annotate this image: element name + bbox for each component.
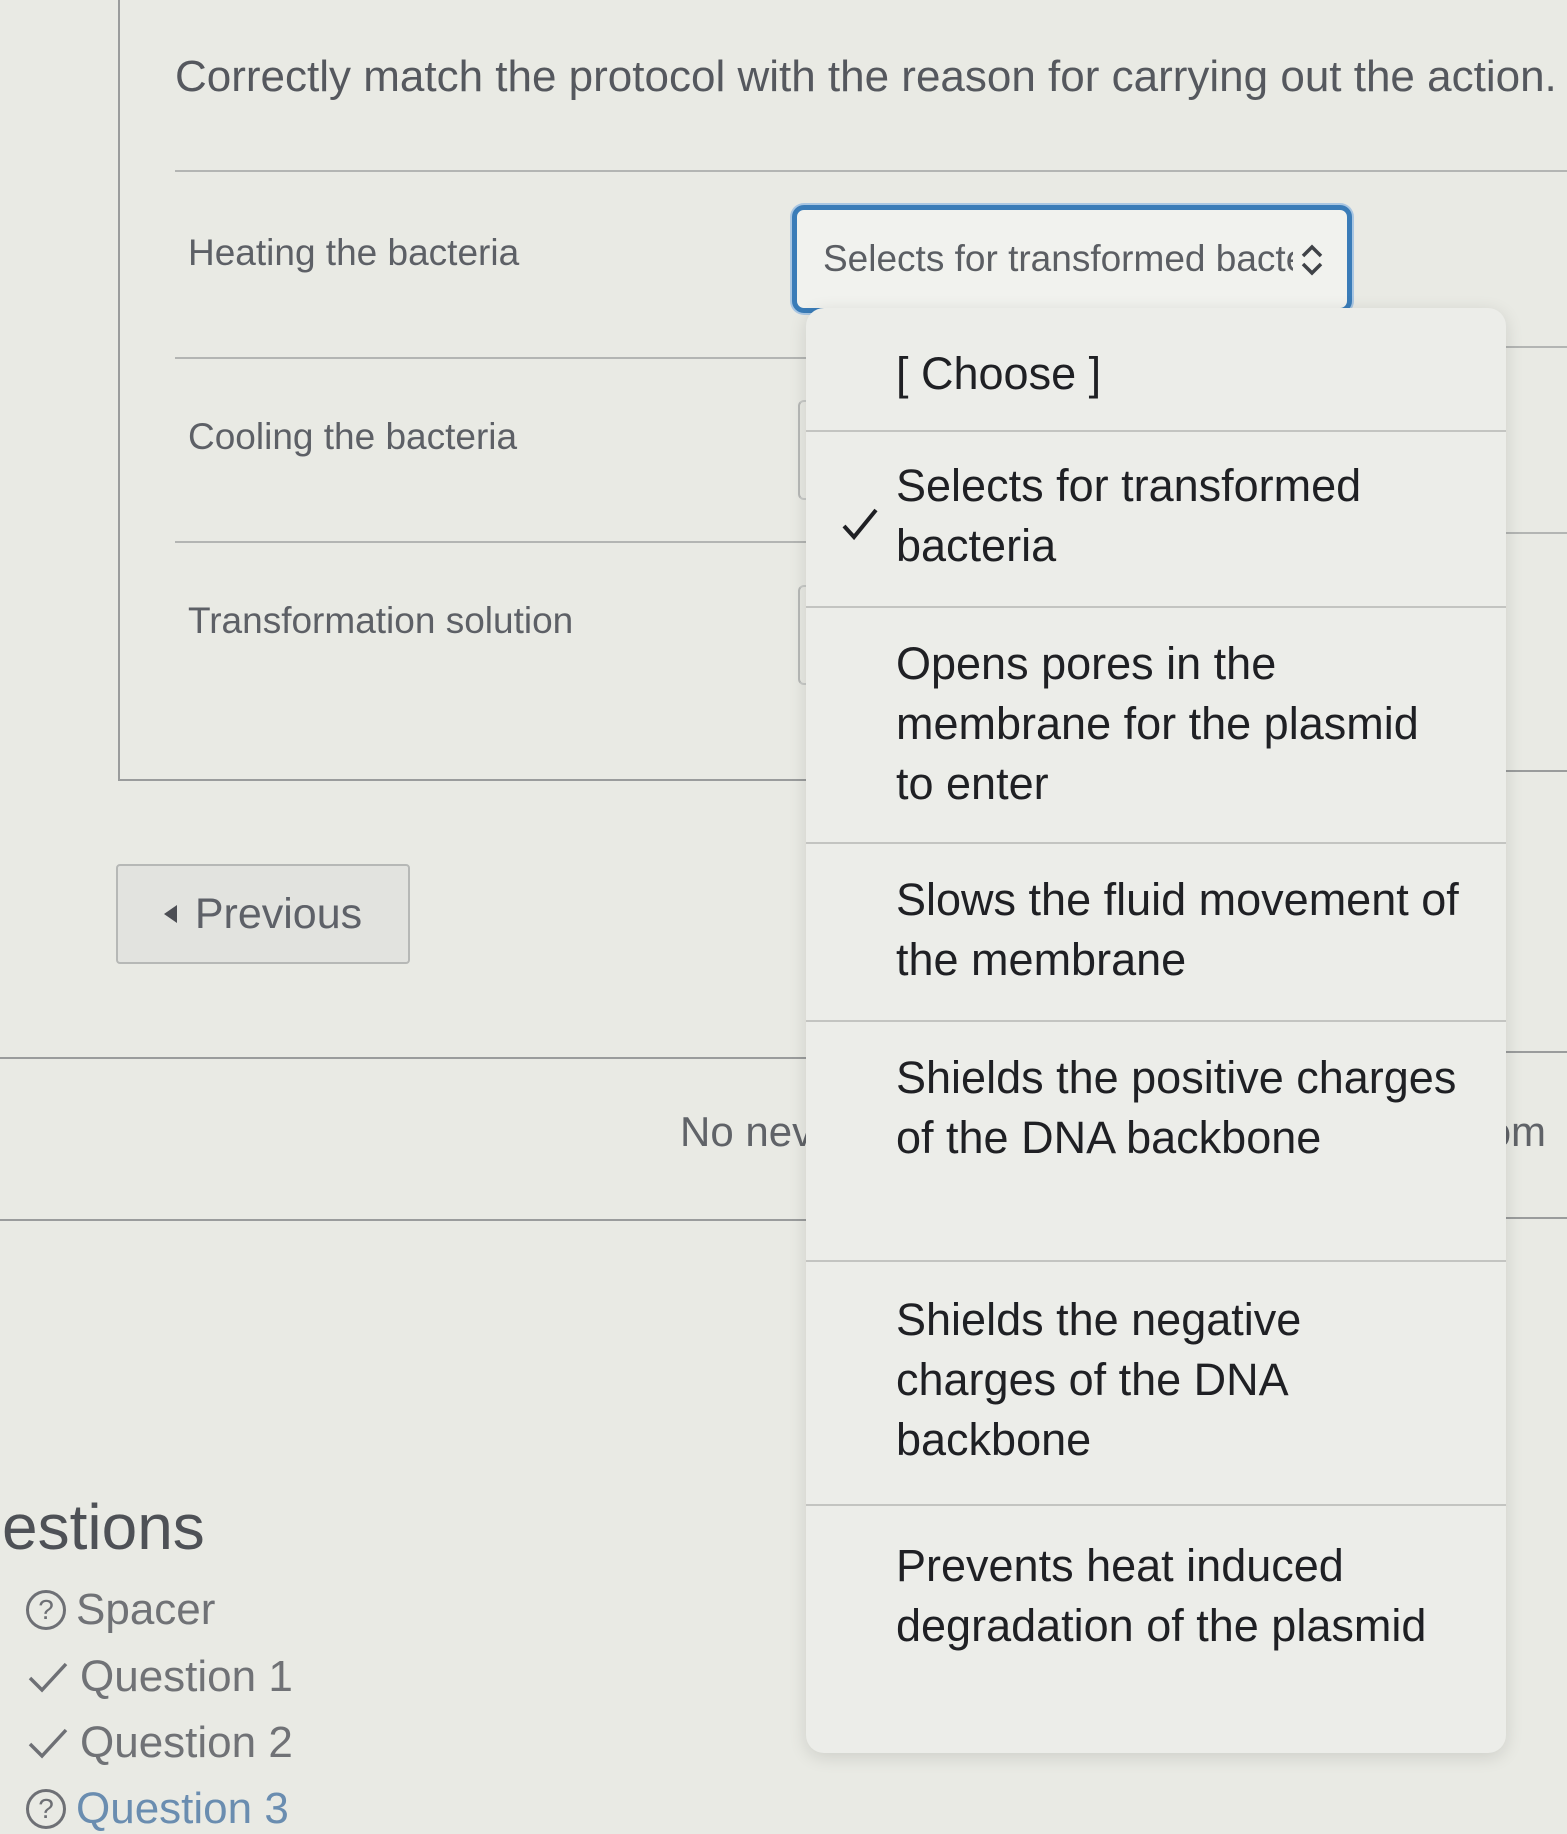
row-divider bbox=[175, 357, 815, 359]
panel-left-border bbox=[118, 0, 120, 780]
dropdown-option-selects-transformed[interactable]: Selects for transformed bacteria bbox=[806, 456, 1506, 576]
caret-left-icon bbox=[163, 905, 177, 923]
question-link-label: Question 3 bbox=[76, 1784, 289, 1833]
option-divider bbox=[806, 430, 1506, 432]
dropdown-option-opens-pores[interactable]: Opens pores in the membrane for the plas… bbox=[806, 634, 1506, 814]
help-circle-icon: ? bbox=[26, 1789, 66, 1829]
option-divider bbox=[806, 1504, 1506, 1506]
panel-bottom-border-right bbox=[1500, 770, 1567, 772]
question-link-3[interactable]: ? Question 3 bbox=[26, 1784, 289, 1834]
help-circle-icon: ? bbox=[26, 1590, 66, 1630]
select-value: Selects for transformed bacte bbox=[823, 238, 1293, 279]
answer-select-heating[interactable]: Selects for transformed bacte bbox=[792, 205, 1352, 313]
questions-heading: estions bbox=[2, 1491, 205, 1563]
dropdown-option-shields-positive[interactable]: Shields the positive charges of the DNA … bbox=[806, 1048, 1506, 1168]
chevron-updown-icon bbox=[1301, 244, 1323, 276]
dropdown-option-shields-negative[interactable]: Shields the negative charges of the DNA … bbox=[806, 1290, 1506, 1470]
dropdown-option-choose[interactable]: [ Choose ] bbox=[806, 344, 1506, 404]
option-divider bbox=[806, 1020, 1506, 1022]
row-divider-right bbox=[1500, 346, 1567, 348]
row-label-cooling: Cooling the bacteria bbox=[188, 416, 518, 457]
option-divider bbox=[806, 606, 1506, 608]
nav-band-top bbox=[0, 1057, 810, 1059]
row-label-heating: Heating the bacteria bbox=[188, 232, 520, 273]
dropdown-option-prevents-heat[interactable]: Prevents heat induced degradation of the… bbox=[806, 1536, 1506, 1656]
panel-bottom-border bbox=[118, 779, 808, 781]
answer-dropdown-list: [ Choose ] Selects for transformed bacte… bbox=[806, 308, 1506, 1753]
question-link-2[interactable]: Question 2 bbox=[26, 1718, 293, 1768]
previous-button[interactable]: Previous bbox=[116, 864, 410, 964]
question-prompt: Correctly match the protocol with the re… bbox=[175, 52, 1557, 101]
dropdown-option-slows-fluid[interactable]: Slows the fluid movement of the membrane bbox=[806, 870, 1506, 990]
question-link-label: Spacer bbox=[76, 1585, 216, 1634]
row-divider bbox=[175, 541, 815, 543]
no-new-text-partial: No nev bbox=[680, 1108, 814, 1155]
question-link-label: Question 2 bbox=[80, 1718, 293, 1767]
previous-label: Previous bbox=[194, 889, 363, 938]
check-icon bbox=[28, 1662, 68, 1693]
row-label-transformation: Transformation solution bbox=[188, 600, 574, 641]
question-link-label: Question 1 bbox=[80, 1652, 293, 1701]
row-divider-right bbox=[1500, 532, 1567, 534]
option-divider bbox=[806, 842, 1506, 844]
question-link-spacer[interactable]: ? Spacer bbox=[26, 1585, 215, 1635]
question-link-1[interactable]: Question 1 bbox=[26, 1652, 293, 1702]
option-divider bbox=[806, 1260, 1506, 1262]
header-divider bbox=[175, 170, 1567, 172]
check-icon bbox=[28, 1728, 68, 1759]
nav-band-bottom bbox=[0, 1219, 810, 1221]
